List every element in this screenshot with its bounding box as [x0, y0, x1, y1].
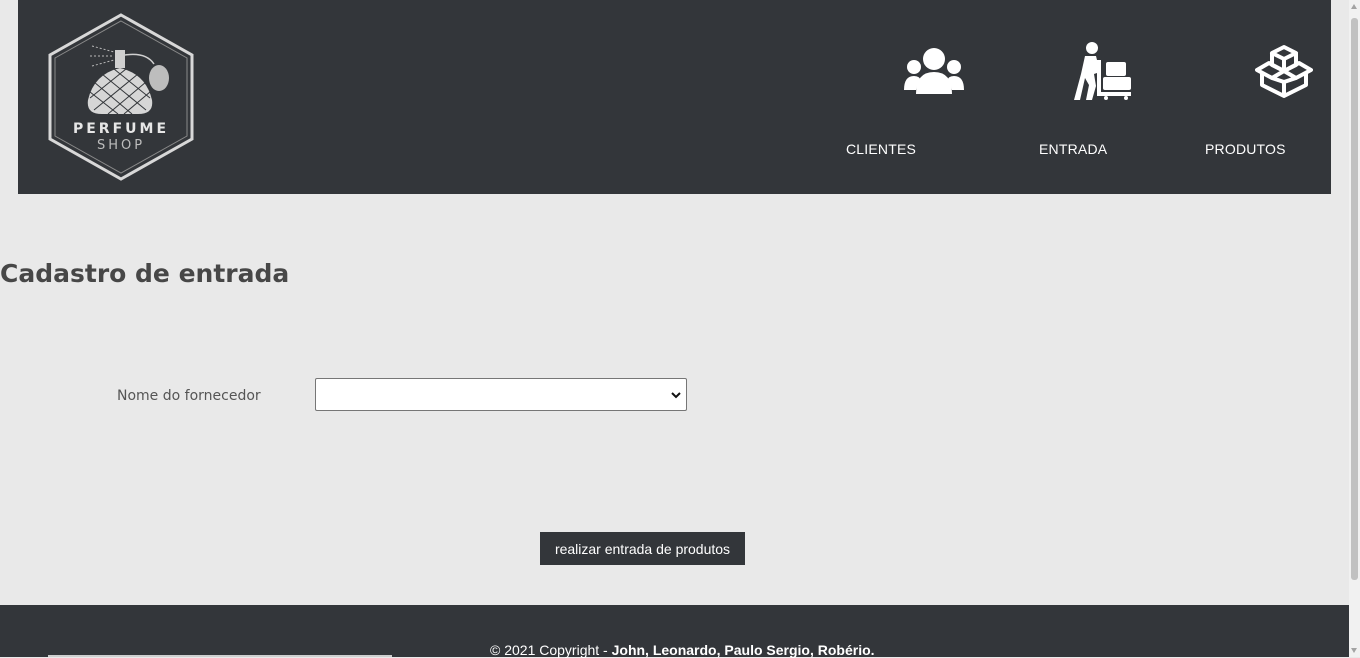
scroll-up-icon[interactable]	[1351, 4, 1357, 9]
nav-clientes[interactable]: CLIENTES	[844, 0, 964, 194]
copyright-authors: John, Leonardo, Paulo Sergio, Robério.	[611, 642, 875, 658]
supplier-label: Nome do fornecedor	[117, 388, 261, 404]
page-scrollbar[interactable]	[1349, 0, 1360, 657]
site-header: PERFUME SHOP CLIENTES ENTRADA PRODUTOS	[18, 0, 1331, 194]
nav-produtos-label: PRODUTOS	[1205, 141, 1286, 157]
nav-produtos[interactable]: PRODUTOS	[1184, 0, 1324, 194]
scroll-down-icon[interactable]	[1351, 648, 1357, 653]
logo-text-shop: SHOP	[96, 138, 146, 153]
boxes-icon	[1255, 44, 1313, 103]
copyright-prefix: © 2021 Copyright -	[490, 642, 612, 658]
site-footer: © 2021 Copyright - John, Leonardo, Paulo…	[0, 605, 1349, 658]
nav-clientes-label: CLIENTES	[846, 141, 917, 157]
supplier-select[interactable]	[315, 378, 687, 411]
nav-entrada-label: ENTRADA	[1039, 141, 1108, 157]
chevron-down-icon	[670, 388, 682, 400]
scrollbar-thumb[interactable]	[1351, 18, 1358, 580]
perfume-shop-logo[interactable]: PERFUME SHOP	[46, 12, 196, 182]
dolly-worker-icon	[1074, 42, 1134, 105]
users-icon	[904, 48, 964, 99]
submit-entry-button[interactable]: realizar entrada de produtos	[540, 532, 745, 565]
page-title: Cadastro de entrada	[0, 259, 290, 288]
logo-text-perfume: PERFUME	[72, 121, 170, 137]
copyright-text: © 2021 Copyright - John, Leonardo, Paulo…	[490, 642, 875, 658]
nav-entrada[interactable]: ENTRADA	[1014, 0, 1144, 194]
